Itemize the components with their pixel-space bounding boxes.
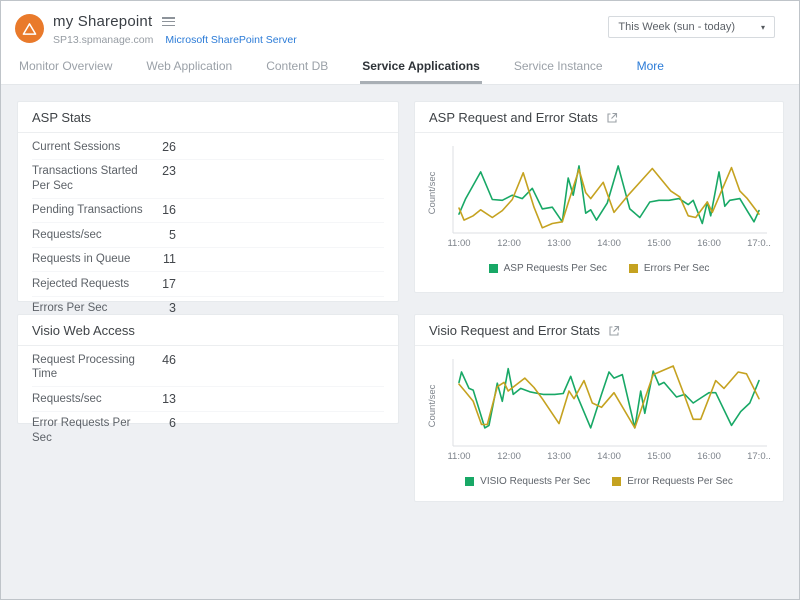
- asp-chart: Count/sec 11:00 12:00 13:00 14:00 15:00 16:00 1…: [415, 133, 783, 274]
- time-range-value: This Week (sun - today): [618, 21, 735, 33]
- stat-label: Pending Transactions: [32, 203, 150, 218]
- stat-label: Request Processing Time: [32, 353, 150, 382]
- header: my Sharepoint SP13.spmanage.com Microsof…: [1, 1, 799, 50]
- stat-row-transactions-started-per-sec: Transactions Started Per Sec23: [32, 160, 384, 199]
- svg-text:Count/sec: Count/sec: [427, 171, 438, 214]
- svg-text:Count/sec: Count/sec: [427, 384, 438, 427]
- legend-label: ASP Requests Per Sec: [504, 263, 607, 274]
- line-chart-canvas: Count/sec 11:00 12:00 13:00 14:00 15:00 16:00 1…: [427, 141, 773, 251]
- svg-text:15:00: 15:00: [647, 451, 671, 462]
- tab-content-db[interactable]: Content DB: [264, 50, 330, 84]
- svg-text:12:00: 12:00: [497, 238, 521, 249]
- open-in-new-icon[interactable]: [608, 325, 620, 337]
- legend-swatch-icon: [489, 264, 498, 273]
- legend-item-errors-per-sec[interactable]: Errors Per Sec: [629, 263, 710, 274]
- stat-label: Requests/sec: [32, 228, 150, 243]
- svg-text:17:0..: 17:0..: [747, 451, 771, 462]
- stat-label: Transactions Started Per Sec: [32, 164, 150, 193]
- visio-stats-title: Visio Web Access: [32, 323, 135, 338]
- stat-row-requests-in-queue: Requests in Queue11: [32, 248, 384, 273]
- main-content: ASP Stats Current Sessions26Transactions…: [1, 85, 799, 599]
- asp-chart-title: ASP Request and Error Stats: [429, 110, 598, 125]
- asp-stats-title: ASP Stats: [32, 110, 91, 125]
- monitor-type-link[interactable]: Microsoft SharePoint Server: [165, 34, 296, 46]
- visio-chart-panel: Visio Request and Error Stats Count/sec 1…: [414, 314, 784, 502]
- legend-label: Errors Per Sec: [644, 263, 710, 274]
- legend-swatch-icon: [629, 264, 638, 273]
- tab-service-instance[interactable]: Service Instance: [512, 50, 605, 84]
- chart-legend: VISIO Requests Per Sec Error Requests Per…: [427, 476, 771, 487]
- stat-value: 3: [150, 301, 176, 316]
- stat-value: 23: [150, 164, 176, 193]
- stat-label: Error Requests Per Sec: [32, 416, 150, 445]
- legend-label: VISIO Requests Per Sec: [480, 476, 590, 487]
- svg-text:16:00: 16:00: [697, 451, 721, 462]
- stat-row-current-sessions: Current Sessions26: [32, 135, 384, 160]
- tab-bar: Monitor Overview Web Application Content D…: [1, 50, 799, 85]
- legend-swatch-icon: [465, 477, 474, 486]
- asp-stats-list: Current Sessions26Transactions Started P…: [18, 133, 398, 320]
- visio-chart-title: Visio Request and Error Stats: [429, 323, 600, 338]
- svg-text:15:00: 15:00: [647, 238, 671, 249]
- stat-row-pending-transactions: Pending Transactions16: [32, 199, 384, 224]
- legend-item-asp-requests-per-sec[interactable]: ASP Requests Per Sec: [489, 263, 607, 274]
- visio-stats-panel: Visio Web Access Request Processing Time…: [17, 314, 399, 424]
- tab-web-application[interactable]: Web Application: [144, 50, 234, 84]
- legend-label: Error Requests Per Sec: [627, 476, 733, 487]
- stat-row-rejected-requests: Rejected Requests17: [32, 272, 384, 297]
- legend-item-error-requests-per-sec[interactable]: Error Requests Per Sec: [612, 476, 733, 487]
- stat-label: Requests in Queue: [32, 252, 150, 267]
- sharepoint-monitor-logo-icon: [15, 14, 44, 43]
- stat-label: Requests/sec: [32, 392, 150, 407]
- page-title: my Sharepoint: [53, 13, 152, 30]
- tab-more[interactable]: More: [635, 50, 666, 84]
- open-in-new-icon[interactable]: [606, 112, 618, 124]
- stat-label: Current Sessions: [32, 140, 150, 155]
- visio-stats-list: Request Processing Time46Requests/sec13E…: [18, 346, 398, 450]
- asp-chart-panel: ASP Request and Error Stats Count/sec 11:…: [414, 101, 784, 293]
- stat-row-error-requests-per-sec: Error Requests Per Sec6: [32, 412, 384, 450]
- stat-value: 13: [150, 392, 176, 407]
- app-window: my Sharepoint SP13.spmanage.com Microsof…: [0, 0, 800, 600]
- svg-text:13:00: 13:00: [547, 451, 571, 462]
- time-range-dropdown[interactable]: This Week (sun - today) ▾: [608, 16, 775, 38]
- tab-service-applications[interactable]: Service Applications: [360, 50, 482, 84]
- stat-label: Errors Per Sec: [32, 301, 150, 316]
- visio-chart: Count/sec 11:00 12:00 13:00 14:00 15:00 16:00 1…: [415, 346, 783, 487]
- stat-value: 5: [150, 228, 176, 243]
- svg-text:14:00: 14:00: [597, 238, 621, 249]
- svg-text:11:00: 11:00: [447, 238, 470, 249]
- stat-row-requests-sec: Requests/sec5: [32, 223, 384, 248]
- svg-text:17:0..: 17:0..: [747, 238, 771, 249]
- chevron-down-icon: ▾: [761, 23, 765, 32]
- svg-text:13:00: 13:00: [547, 238, 571, 249]
- chart-legend: ASP Requests Per Sec Errors Per Sec: [427, 263, 771, 274]
- stat-value: 46: [150, 353, 176, 382]
- legend-item-visio-requests-per-sec[interactable]: VISIO Requests Per Sec: [465, 476, 590, 487]
- stat-value: 17: [150, 277, 176, 292]
- asp-stats-panel: ASP Stats Current Sessions26Transactions…: [17, 101, 399, 302]
- svg-text:16:00: 16:00: [697, 238, 721, 249]
- stat-value: 11: [150, 252, 176, 267]
- stat-value: 26: [150, 140, 176, 155]
- svg-text:11:00: 11:00: [447, 451, 470, 462]
- monitor-host: SP13.spmanage.com: [53, 34, 153, 46]
- legend-swatch-icon: [612, 477, 621, 486]
- stat-row-requests-sec: Requests/sec13: [32, 387, 384, 412]
- stat-label: Rejected Requests: [32, 277, 150, 292]
- line-chart-canvas: Count/sec 11:00 12:00 13:00 14:00 15:00 16:00 1…: [427, 354, 773, 464]
- tab-monitor-overview[interactable]: Monitor Overview: [17, 50, 114, 84]
- stat-row-request-processing-time: Request Processing Time46: [32, 348, 384, 387]
- hamburger-menu-icon[interactable]: [162, 17, 175, 26]
- stat-value: 16: [150, 203, 176, 218]
- svg-text:12:00: 12:00: [497, 451, 521, 462]
- stat-value: 6: [150, 416, 176, 445]
- svg-text:14:00: 14:00: [597, 451, 621, 462]
